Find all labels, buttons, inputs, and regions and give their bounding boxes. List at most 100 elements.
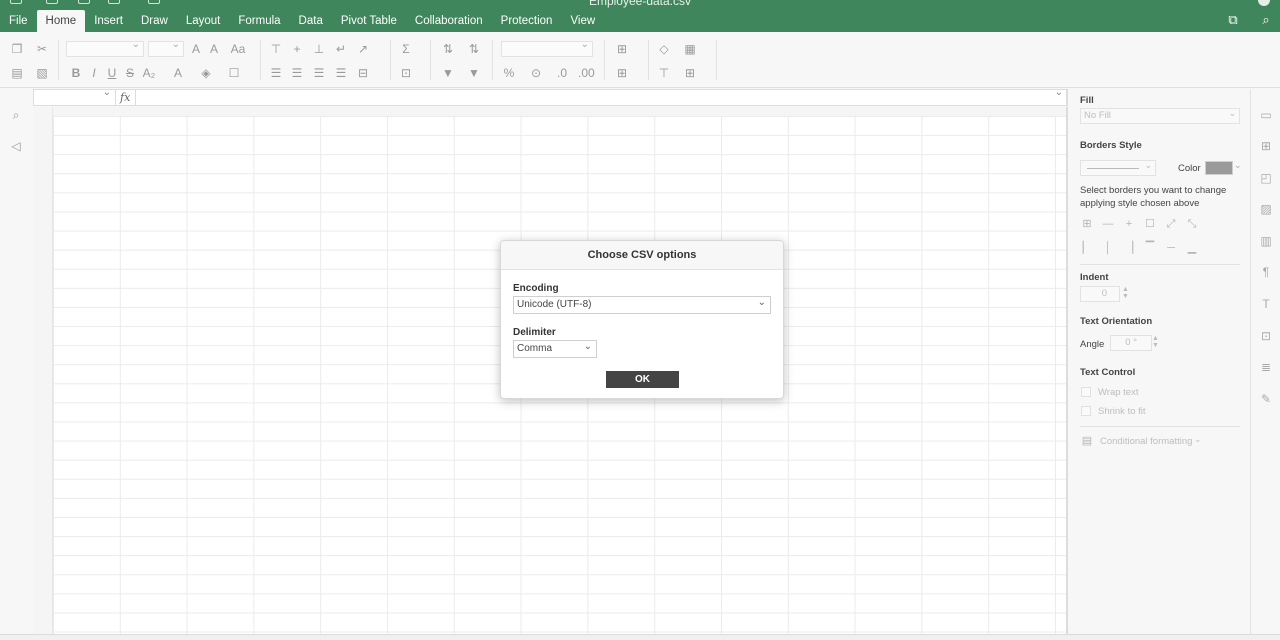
open-file-location-icon[interactable]: ⧉ [1226, 13, 1240, 26]
tab-collaboration[interactable]: Collaboration [406, 10, 492, 32]
paragraph-settings-icon[interactable]: ¶ [1259, 265, 1273, 279]
bottom-border-icon[interactable]: ▁ [1185, 241, 1199, 255]
bold-icon[interactable]: B [68, 65, 84, 81]
inner-horizontal-border-icon[interactable]: ─ [1164, 241, 1178, 255]
insert-function-icon[interactable]: ⊡ [398, 65, 414, 81]
delimiter-select[interactable]: Comma ⌄ [513, 340, 597, 358]
chart-settings-icon[interactable]: ▥ [1259, 234, 1273, 248]
justify-icon[interactable]: ☰ [333, 65, 349, 81]
expand-formula-icon[interactable]: ⌄ [1055, 87, 1063, 98]
wrap-text-checkbox[interactable] [1081, 387, 1091, 397]
feedback-icon[interactable]: ◁ [9, 139, 23, 153]
tab-draw[interactable]: Draw [132, 10, 177, 32]
pivot-settings-icon[interactable]: ⊡ [1259, 329, 1273, 343]
align-top-icon[interactable]: ⊤ [268, 41, 284, 57]
cut-icon[interactable]: ✂ [34, 41, 50, 57]
accounting-icon[interactable]: ⊙ [528, 65, 544, 81]
chevron-down-icon[interactable]: ⌄ [1234, 160, 1242, 171]
decrease-font-icon[interactable]: A [206, 41, 222, 57]
borders-icon[interactable]: ☐ [226, 65, 242, 81]
sort-descending-icon[interactable]: ⇅ [466, 41, 482, 57]
increase-decimal-icon[interactable]: .00 [578, 65, 595, 81]
font-size-combo[interactable] [148, 39, 184, 57]
slicer-settings-icon[interactable]: ≣ [1259, 360, 1273, 374]
align-middle-icon[interactable]: + [289, 41, 305, 57]
top-border-icon[interactable]: ▔ [1143, 241, 1157, 255]
border-color-picker[interactable] [1205, 161, 1233, 175]
dialog-title[interactable]: Choose CSV options [501, 241, 783, 270]
number-format-combo[interactable] [501, 39, 593, 57]
sort-ascending-icon[interactable]: ⇅ [440, 41, 456, 57]
shrink-to-fit-checkbox[interactable] [1081, 406, 1091, 416]
paste-icon[interactable]: ▤ [9, 65, 25, 81]
image-settings-icon[interactable]: ▨ [1259, 202, 1273, 216]
copy-icon[interactable]: ❐ [9, 41, 25, 57]
fx-icon[interactable]: fx [120, 90, 136, 105]
conditional-formatting-button[interactable]: Conditional formatting [1100, 436, 1192, 447]
clear-icon[interactable]: ◇ [656, 41, 672, 57]
insert-cells-icon[interactable]: ⊞ [614, 41, 630, 57]
tab-home[interactable]: Home [36, 10, 86, 32]
align-left-icon[interactable]: ☰ [268, 65, 284, 81]
underline-icon[interactable]: U [104, 65, 120, 81]
italic-icon[interactable]: I [86, 65, 102, 81]
inner-horizontal-icon[interactable]: — [1101, 217, 1115, 231]
row-headers[interactable] [33, 107, 53, 634]
shape-settings-icon[interactable]: ◰ [1259, 171, 1273, 185]
copy-style-icon[interactable]: ⊤ [656, 65, 672, 81]
delete-cells-icon[interactable]: ⊞ [614, 65, 630, 81]
cell-settings-icon[interactable]: ▭ [1259, 108, 1273, 122]
left-border-icon[interactable]: ▏ [1080, 241, 1094, 255]
align-center-icon[interactable]: ☰ [289, 65, 305, 81]
signature-settings-icon[interactable]: ✎ [1259, 392, 1273, 406]
all-borders-icon[interactable]: ⊞ [1080, 217, 1094, 231]
diagonal-up-icon[interactable]: ⤢ [1164, 217, 1178, 231]
tab-pivot-table[interactable]: Pivot Table [332, 10, 406, 32]
table-settings-icon[interactable]: ⊞ [1259, 139, 1273, 153]
font-color-icon[interactable]: A [170, 65, 186, 81]
angle-input[interactable]: 0 ° [1110, 335, 1152, 351]
tab-formula[interactable]: Formula [229, 10, 289, 32]
wrap-text-icon[interactable]: ↵ [333, 41, 349, 57]
clear-filter-icon[interactable]: ▼ [466, 65, 482, 81]
spin-down-icon[interactable]: ▼ [1122, 293, 1129, 300]
orientation-icon[interactable]: ↗ [355, 41, 371, 57]
search-icon[interactable]: ⌕ [1259, 13, 1273, 26]
diagonal-down-icon[interactable]: ⤡ [1185, 217, 1199, 231]
inner-vertical-icon[interactable]: │ [1101, 241, 1115, 255]
find-icon[interactable]: ⌕ [9, 108, 23, 122]
text-art-settings-icon[interactable]: T [1259, 297, 1273, 311]
fill-select[interactable]: No Fill [1080, 106, 1240, 124]
font-name-combo[interactable] [66, 39, 144, 57]
percent-icon[interactable]: % [501, 65, 517, 81]
tab-view[interactable]: View [561, 10, 604, 32]
spin-down-icon[interactable]: ▼ [1152, 342, 1159, 349]
tab-insert[interactable]: Insert [85, 10, 132, 32]
ok-button[interactable]: OK [606, 371, 679, 388]
merge-cells-icon[interactable]: ⊟ [355, 65, 371, 81]
autosum-icon[interactable]: Σ [398, 41, 414, 57]
tab-protection[interactable]: Protection [492, 10, 562, 32]
filter-icon[interactable]: ▼ [440, 65, 456, 81]
tab-layout[interactable]: Layout [177, 10, 230, 32]
increase-font-icon[interactable]: A [188, 41, 204, 57]
border-line-select[interactable] [1080, 158, 1156, 176]
change-case-icon[interactable]: Aa [226, 41, 250, 57]
align-bottom-icon[interactable]: ⊥ [311, 41, 327, 57]
encoding-select[interactable]: Unicode (UTF-8) ⌄ [513, 296, 771, 314]
column-headers[interactable] [33, 107, 1066, 116]
subscript-icon[interactable]: A₂ [141, 65, 157, 81]
strikethrough-icon[interactable]: S [122, 65, 138, 81]
paste-special-icon[interactable]: ▧ [34, 65, 50, 81]
fill-color-icon[interactable]: ◈ [198, 65, 214, 81]
decrease-decimal-icon[interactable]: .0 [554, 65, 570, 81]
tab-file[interactable]: File [0, 10, 37, 32]
inner-borders-icon[interactable]: + [1122, 217, 1136, 231]
outer-borders-icon[interactable]: ☐ [1143, 217, 1157, 231]
right-border-icon[interactable]: ▕ [1122, 241, 1136, 255]
format-as-table-icon[interactable]: ⊞ [682, 65, 698, 81]
name-box[interactable] [34, 87, 116, 105]
conditional-format-icon[interactable]: ▦ [682, 41, 698, 57]
indent-input[interactable]: 0 [1080, 286, 1120, 302]
tab-data[interactable]: Data [290, 10, 332, 32]
